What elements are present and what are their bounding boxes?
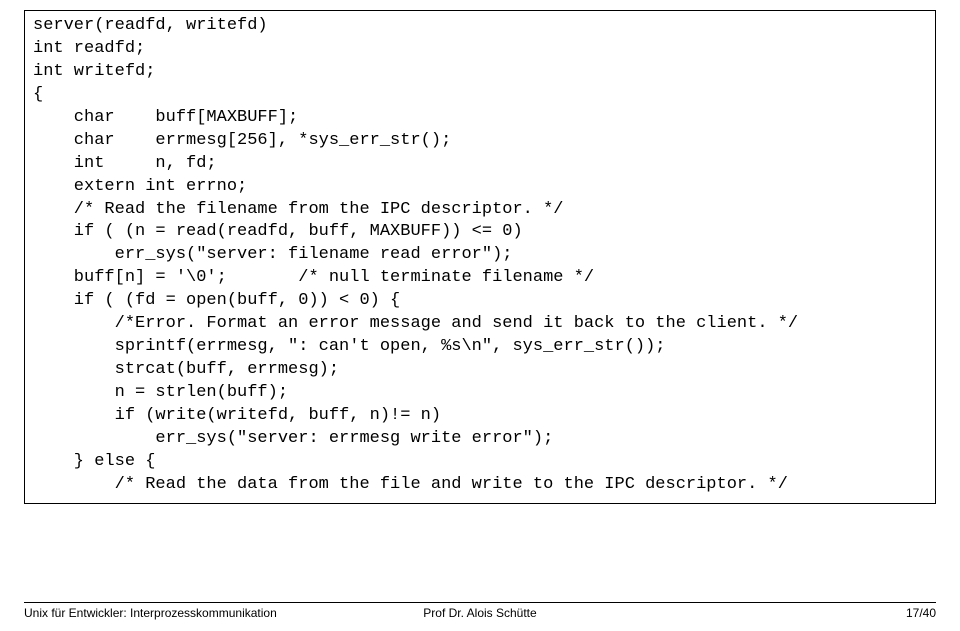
code-line: /*Error. Format an error message and sen… bbox=[33, 313, 927, 336]
footer-left: Unix für Entwickler: Interprozesskommuni… bbox=[24, 605, 328, 621]
code-line: int writefd; bbox=[33, 61, 927, 84]
code-line: buff[n] = '\0'; /* null terminate filena… bbox=[33, 267, 927, 290]
footer-center: Prof Dr. Alois Schütte bbox=[328, 605, 632, 621]
code-line: strcat(buff, errmesg); bbox=[33, 359, 927, 382]
code-line: n = strlen(buff); bbox=[33, 382, 927, 405]
code-line: /* Read the data from the file and write… bbox=[33, 474, 927, 497]
code-line: server(readfd, writefd) bbox=[33, 15, 927, 38]
code-line: err_sys("server: filename read error"); bbox=[33, 244, 927, 267]
code-line: int n, fd; bbox=[33, 153, 927, 176]
code-line: if ( (fd = open(buff, 0)) < 0) { bbox=[33, 290, 927, 313]
code-line: if (write(writefd, buff, n)!= n) bbox=[33, 405, 927, 428]
code-line: char buff[MAXBUFF]; bbox=[33, 107, 927, 130]
code-line: } else { bbox=[33, 451, 927, 474]
code-line: int readfd; bbox=[33, 38, 927, 61]
code-line: /* Read the filename from the IPC descri… bbox=[33, 199, 927, 222]
footer-right: 17/40 bbox=[632, 605, 936, 621]
page-footer: Unix für Entwickler: Interprozesskommuni… bbox=[24, 602, 936, 621]
page: server(readfd, writefd) int readfd; int … bbox=[0, 0, 960, 631]
code-line: if ( (n = read(readfd, buff, MAXBUFF)) <… bbox=[33, 221, 927, 244]
code-line: { bbox=[33, 84, 927, 107]
code-line: sprintf(errmesg, ": can't open, %s\n", s… bbox=[33, 336, 927, 359]
code-line: extern int errno; bbox=[33, 176, 927, 199]
code-block: server(readfd, writefd) int readfd; int … bbox=[24, 10, 936, 504]
code-line: char errmesg[256], *sys_err_str(); bbox=[33, 130, 927, 153]
code-line: err_sys("server: errmesg write error"); bbox=[33, 428, 927, 451]
